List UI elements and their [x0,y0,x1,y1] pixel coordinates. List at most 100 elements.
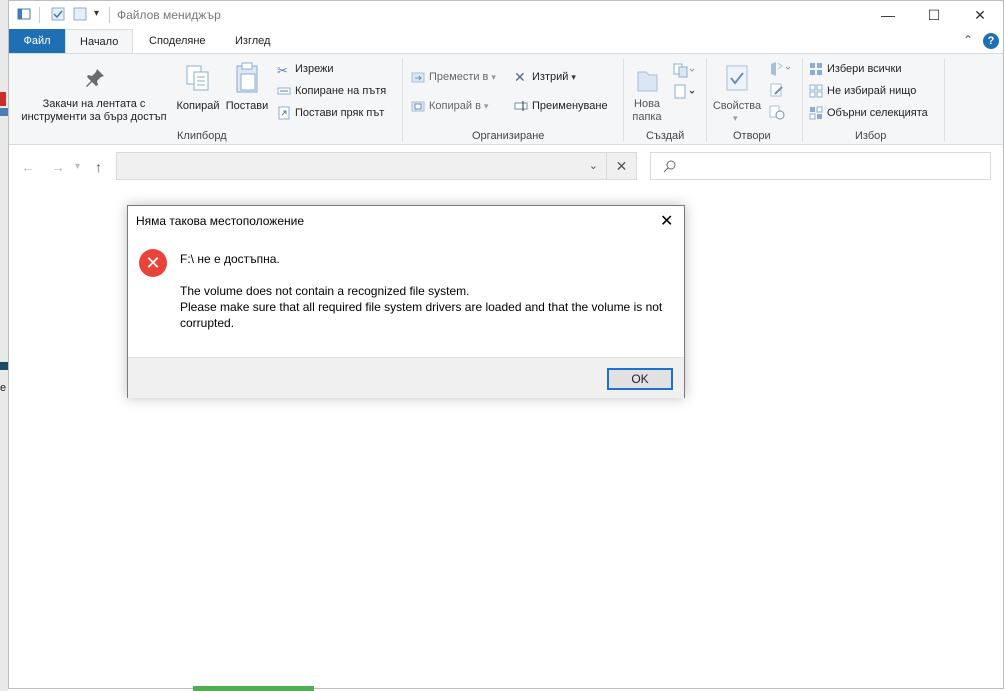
delete-label: Изтрий [532,71,569,83]
paste-icon [236,62,258,93]
new-folder-label-line2: папка [632,111,662,123]
select-none-label: Не избирай нищо [827,85,917,97]
tab-share[interactable]: Споделяне [135,29,220,53]
collapse-ribbon-icon[interactable]: ⌃ [963,33,973,47]
paste-shortcut-icon [278,106,290,120]
properties-icon [726,65,748,91]
copy-to-button[interactable]: Копирай в ▾ [411,97,511,115]
delete-button[interactable]: ✕ Изтрий ▾ [514,68,624,86]
dialog-close-button[interactable]: ✕ [660,211,673,231]
dialog-heading: F:\ не е достъпна. [180,252,280,266]
ribbon-separator [706,58,707,142]
select-group-label: Избор [855,130,887,142]
clipboard-group-label: Клипборд [177,130,227,142]
dialog-footer: OK [128,357,684,398]
title-bar: ▾ Файлов мениджър — ☐ ✕ [9,1,1003,29]
search-icon [663,160,676,173]
delete-dropdown-icon: ▾ [571,72,576,82]
copy-to-dropdown-icon: ▾ [483,101,489,111]
tab-file[interactable]: Файл [9,29,65,53]
properties-qat-icon[interactable] [51,7,65,21]
tab-home[interactable]: Начало [65,29,134,53]
select-all-icon [810,63,822,75]
desktop-icon-fragment [0,92,6,106]
address-dropdown-icon[interactable]: ⌄ [589,159,598,172]
paste-shortcut-label: Постави пряк път [295,107,385,119]
easy-access-icon[interactable] [673,84,695,100]
new-folder-qat-icon[interactable] [73,7,87,21]
close-button[interactable]: ✕ [957,1,1003,29]
paste-button[interactable]: Постави [223,58,271,126]
organize-group-label: Организиране [472,130,545,142]
pin-icon [86,69,104,87]
select-all-button[interactable]: Избери всички [809,60,949,78]
desktop-icon-fragment [0,362,8,370]
window-title: Файлов мениджър [117,8,221,22]
dialog-message-line2: Please make sure that all required file … [180,300,663,330]
help-icon[interactable]: ? [983,33,999,49]
invert-selection-button[interactable]: Обърни селекцията [809,104,949,122]
new-item-icon[interactable] [673,62,695,78]
dialog-message: The volume does not contain a recognized… [180,283,670,331]
taskbar-progress-fragment [193,686,314,691]
back-arrow-icon[interactable]: ← [21,159,35,175]
cut-label: Изрежи [295,63,334,75]
move-to-icon [411,72,425,83]
ok-button[interactable]: OK [607,368,673,390]
maximize-button[interactable]: ☐ [911,1,957,29]
open-icon[interactable] [769,60,791,76]
invert-selection-label: Обърни селекцията [827,107,928,119]
select-all-label: Избери всички [827,63,902,75]
search-input[interactable] [650,152,991,180]
paste-shortcut-button[interactable]: Постави пряк път [277,104,407,122]
copy-path-button[interactable]: Копиране на пътя [277,82,407,100]
move-to-label: Премести в [429,71,489,83]
properties-dropdown-icon: ▾ [733,113,738,123]
minimize-button[interactable]: — [865,1,911,29]
qat-divider [109,7,110,23]
error-icon: ✕ [139,249,167,277]
open-group-label: Отвори [733,130,771,142]
paste-label: Постави [225,100,269,112]
select-none-button[interactable]: Не избирай нищо [809,82,949,100]
desktop-icon-fragment [0,108,8,116]
history-icon[interactable] [769,104,785,120]
new-folder-button[interactable]: Нова папка [625,58,669,126]
cut-button[interactable]: ✂ Изрежи [277,60,407,78]
copy-icon [186,65,209,91]
explorer-app-icon [17,8,31,20]
up-arrow-icon[interactable]: ↑ [95,159,102,175]
move-to-button[interactable]: Премести в ▾ [411,68,511,86]
select-none-icon [809,84,823,98]
ribbon-separator [623,58,624,142]
stop-loading-button[interactable]: ✕ [607,152,637,180]
delete-x-icon: ✕ [514,69,526,85]
new-folder-label-line1: Нова [634,98,660,110]
desktop-text-fragment: e [0,382,7,394]
dialog-message-line1: The volume does not contain a recognized… [180,284,470,298]
error-dialog: Няма такова местоположение ✕ ✕ F:\ не е … [127,205,685,398]
copy-to-label: Копирай в [429,100,481,112]
ribbon-separator [802,58,803,142]
properties-button[interactable]: Свойства ▾ [709,58,765,126]
dialog-title: Няма такова местоположение [136,214,305,228]
rename-label: Преименуване [532,100,608,112]
edit-icon[interactable] [769,82,785,98]
pin-quick-access-button[interactable]: Закачи на лентата с инструменти за бърз … [15,58,173,126]
forward-arrow-icon[interactable]: → [51,159,65,175]
ribbon-tabs: Файл Начало Споделяне Изглед ⌃ ? [9,29,1003,53]
copy-path-icon [277,87,291,95]
rename-button[interactable]: Преименуване [514,97,624,115]
move-to-dropdown-icon: ▾ [491,72,496,82]
navigation-bar: ← → ▾ ↑ ⌄ ✕ [9,146,1003,186]
new-folder-icon [637,71,658,92]
pin-label-line1: Закачи на лентата с [42,98,146,110]
ribbon: Закачи на лентата с инструменти за бърз … [9,53,1003,145]
pin-label-line2: инструменти за бърз достъп [21,111,167,123]
tab-view[interactable]: Изглед [221,29,284,53]
properties-label: Свойства [712,100,762,112]
address-bar[interactable]: ⌄ [116,152,607,180]
recent-locations-icon[interactable]: ▾ [75,161,80,172]
qat-dropdown-icon[interactable]: ▾ [94,8,99,19]
copy-button[interactable]: Копирай [173,58,223,126]
